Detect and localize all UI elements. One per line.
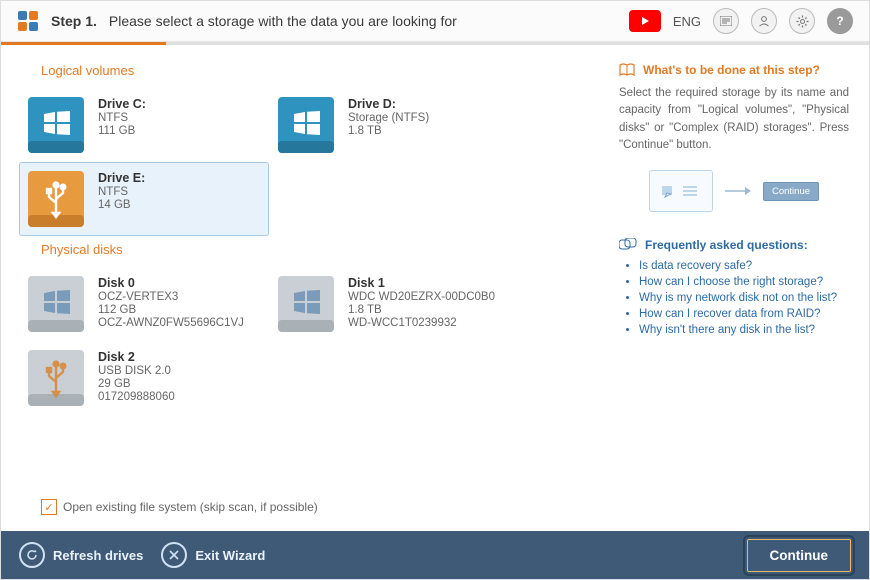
drive-name: Drive C: xyxy=(98,97,146,111)
disk-serial: WD-WCC1T0239932 xyxy=(348,317,495,329)
drive-fs: NTFS xyxy=(98,186,145,198)
drive-fs: NTFS xyxy=(98,112,146,124)
drive-name: Drive D: xyxy=(348,97,429,111)
refresh-drives-button[interactable]: Refresh drives xyxy=(19,542,143,568)
step-instruction: Please select a storage with the data yo… xyxy=(109,13,457,29)
faq-link[interactable]: Why is my network disk not on the list? xyxy=(639,292,849,304)
exit-wizard-button[interactable]: Exit Wizard xyxy=(161,542,265,568)
faq-link[interactable]: How can I recover data from RAID? xyxy=(639,308,849,320)
logical-volumes-grid: Drive C:NTFS111 GBDrive D:Storage (NTFS)… xyxy=(19,88,591,236)
physical-disks-title: Physical disks xyxy=(41,242,591,257)
arrow-right-icon xyxy=(725,186,751,196)
drive-size: 1.8 TB xyxy=(348,125,429,137)
physical-disk-item[interactable]: Disk 1WDC WD20EZRX-00DC0B01.8 TBWD-WCC1T… xyxy=(269,267,519,341)
faq-title: Frequently asked questions: xyxy=(645,238,808,252)
physical-disk-item[interactable]: Disk 2USB DISK 2.029 GB017209888060 xyxy=(19,341,269,415)
illus-continue-label: Continue xyxy=(763,182,819,201)
disk-serial: 017209888060 xyxy=(98,391,175,403)
logical-volumes-title: Logical volumes xyxy=(41,63,591,78)
continue-button[interactable]: Continue xyxy=(747,539,852,572)
drive-icon xyxy=(28,97,84,153)
faq-heading: Frequently asked questions: xyxy=(619,238,849,252)
help-panel: What's to be done at this step? Select t… xyxy=(609,45,869,531)
help-body: Select the required storage by its name … xyxy=(619,85,849,154)
disk-size: 1.8 TB xyxy=(348,304,495,316)
drive-name: Drive E: xyxy=(98,171,145,185)
disk-size: 112 GB xyxy=(98,304,244,316)
faq-link[interactable]: How can I choose the right storage? xyxy=(639,276,849,288)
checkbox-icon: ✓ xyxy=(41,499,57,515)
disk-model: OCZ-VERTEX3 xyxy=(98,291,244,303)
app-window: { "header": { "step_label": "Step 1.", "… xyxy=(0,0,870,580)
help-illustration: Continue xyxy=(619,170,849,212)
help-heading: What's to be done at this step? xyxy=(619,63,849,77)
faq-icon xyxy=(619,238,637,252)
disk-size: 29 GB xyxy=(98,378,175,390)
step-number: Step 1. xyxy=(51,13,97,29)
disk-model: USB DISK 2.0 xyxy=(98,365,175,377)
logical-volume-item[interactable]: Drive D:Storage (NTFS)1.8 TB xyxy=(269,88,519,162)
logical-volume-item[interactable]: Drive C:NTFS111 GB xyxy=(19,88,269,162)
topbar: Step 1. Please select a storage with the… xyxy=(1,1,869,42)
faq-list: Is data recovery safe? How can I choose t… xyxy=(619,260,849,336)
physical-disk-item[interactable]: Disk 0OCZ-VERTEX3112 GBOCZ-AWNZ0FW55696C… xyxy=(19,267,269,341)
youtube-button[interactable] xyxy=(629,10,661,32)
disk-icon xyxy=(278,276,334,332)
refresh-label: Refresh drives xyxy=(53,548,143,563)
language-selector[interactable]: ENG xyxy=(673,14,701,29)
disk-model: WDC WD20EZRX-00DC0B0 xyxy=(348,291,495,303)
drive-size: 111 GB xyxy=(98,125,146,137)
faq-link[interactable]: Why isn't there any disk in the list? xyxy=(639,324,849,336)
disk-serial: OCZ-AWNZ0FW55696C1VJ xyxy=(98,317,244,329)
news-icon[interactable] xyxy=(713,8,739,34)
book-icon xyxy=(619,63,635,77)
disk-icon xyxy=(28,276,84,332)
refresh-icon xyxy=(19,542,45,568)
drive-icon xyxy=(28,171,84,227)
physical-disks-grid: Disk 0OCZ-VERTEX3112 GBOCZ-AWNZ0FW55696C… xyxy=(19,267,591,415)
app-logo-icon xyxy=(17,10,39,32)
footer: Refresh drives Exit Wizard Continue xyxy=(1,531,869,579)
help-icon[interactable]: ? xyxy=(827,8,853,34)
account-icon[interactable] xyxy=(751,8,777,34)
drive-fs: Storage (NTFS) xyxy=(348,112,429,124)
disk-name: Disk 0 xyxy=(98,276,244,290)
disk-icon xyxy=(28,350,84,406)
exit-label: Exit Wizard xyxy=(195,548,265,563)
checkbox-label: Open existing file system (skip scan, if… xyxy=(63,500,318,514)
logical-volume-item[interactable]: Drive E:NTFS14 GB xyxy=(19,162,269,236)
faq-link[interactable]: Is data recovery safe? xyxy=(639,260,849,272)
main-area: Logical volumes Drive C:NTFS111 GBDrive … xyxy=(1,45,869,531)
help-title: What's to be done at this step? xyxy=(643,63,820,77)
disk-name: Disk 1 xyxy=(348,276,495,290)
disk-name: Disk 2 xyxy=(98,350,175,364)
close-icon xyxy=(161,542,187,568)
storage-panel: Logical volumes Drive C:NTFS111 GBDrive … xyxy=(1,45,609,531)
drive-size: 14 GB xyxy=(98,199,145,211)
skip-scan-checkbox[interactable]: ✓ Open existing file system (skip scan, … xyxy=(41,499,591,515)
drive-icon xyxy=(278,97,334,153)
settings-icon[interactable] xyxy=(789,8,815,34)
